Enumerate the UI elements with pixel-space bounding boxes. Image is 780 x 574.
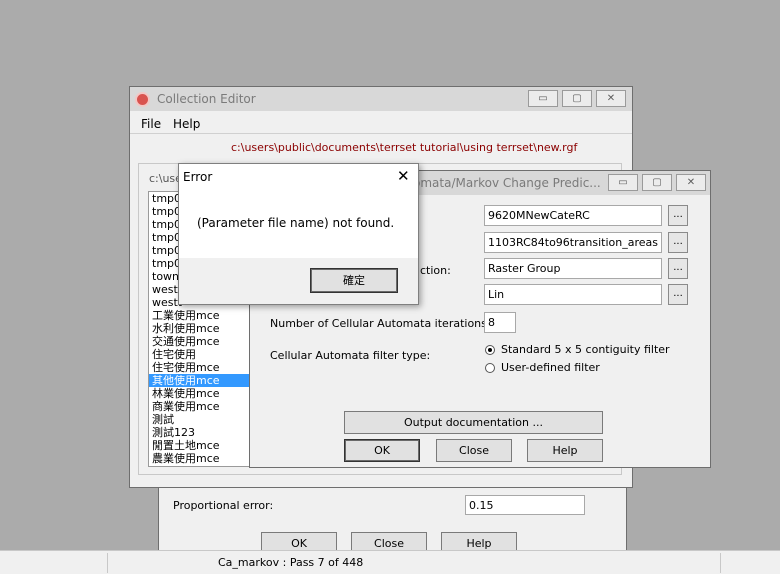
maximize-button[interactable]: ▢ [642, 174, 672, 191]
output-documentation-button[interactable]: Output documentation ... [344, 411, 603, 434]
browse-button[interactable]: ... [668, 284, 688, 305]
iterations-label: Number of Cellular Automata iterations: [270, 317, 491, 330]
collection-editor-title: Collection Editor [157, 92, 256, 106]
suitability-label: ction: [420, 264, 451, 277]
suitability-collection-input[interactable]: Raster Group [484, 258, 662, 279]
transition-areas-input[interactable]: 1103RC84to96transition_areas [484, 232, 662, 253]
file-path: c:\users\public\documents\terrset tutori… [231, 141, 578, 154]
list-item[interactable]: 閒置土地mce [149, 439, 249, 452]
error-dialog: Error ✕ (Parameter file name) not found.… [178, 163, 419, 305]
close-icon[interactable]: ✕ [397, 166, 410, 186]
close-dialog-button[interactable]: Close [436, 439, 512, 462]
error-ok-button[interactable]: 確定 [310, 268, 398, 293]
ca-markov-title: omata/Markov Change Predic... [413, 176, 601, 190]
menu-divider [130, 133, 632, 134]
list-item[interactable]: 商業使用mce [149, 400, 249, 413]
iterations-input[interactable]: 8 [484, 312, 516, 333]
list-item[interactable]: 交通使用mce [149, 335, 249, 348]
collection-editor-titlebar[interactable]: Collection Editor ▭ ▢ ✕ [130, 87, 632, 111]
ok-button[interactable]: OK [344, 439, 420, 462]
status-pane-left [0, 553, 108, 573]
help-button[interactable]: Help [527, 439, 603, 462]
output-name-input[interactable]: Lin [484, 284, 662, 305]
filter-type-label: Cellular Automata filter type: [270, 349, 431, 362]
user-defined-filter-radio[interactable] [485, 363, 495, 373]
proportional-error-input[interactable]: 0.15 [465, 495, 585, 515]
list-item[interactable]: 測試 [149, 413, 249, 426]
list-item[interactable]: 住宅使用 [149, 348, 249, 361]
close-button[interactable]: ✕ [596, 90, 626, 107]
list-item[interactable]: 水利使用mce [149, 322, 249, 335]
standard-filter-radio[interactable] [485, 345, 495, 355]
app-icon [135, 92, 150, 107]
list-item[interactable]: 農業使用mce [149, 452, 249, 465]
maximize-button[interactable]: ▢ [562, 90, 592, 107]
error-title: Error [183, 170, 213, 184]
status-text: Ca_markov : Pass 7 of 448 [218, 556, 364, 569]
menu-file[interactable]: File [141, 117, 161, 131]
basis-land-cover-input[interactable]: 9620MNewCateRC [484, 205, 662, 226]
list-header: c:\use [149, 172, 182, 185]
minimize-button[interactable]: ▭ [528, 90, 558, 107]
minimize-button[interactable]: ▭ [608, 174, 638, 191]
list-item[interactable]: 其他使用mce [149, 374, 249, 387]
error-message: (Parameter file name) not found. [197, 216, 395, 230]
menu-help[interactable]: Help [173, 117, 200, 131]
user-defined-filter-label[interactable]: User-defined filter [501, 361, 600, 374]
status-pane-right [720, 553, 721, 573]
list-item[interactable]: 住宅使用mce [149, 361, 249, 374]
close-button[interactable]: ✕ [676, 174, 706, 191]
proportional-error-label: Proportional error: [173, 499, 274, 512]
standard-filter-label[interactable]: Standard 5 x 5 contiguity filter [501, 343, 670, 356]
list-item[interactable]: 測試123 [149, 426, 249, 439]
status-bar: Ca_markov : Pass 7 of 448 [0, 550, 780, 574]
browse-button[interactable]: ... [668, 205, 688, 226]
list-item[interactable]: 工業使用mce [149, 309, 249, 322]
browse-button[interactable]: ... [668, 258, 688, 279]
browse-button[interactable]: ... [668, 232, 688, 253]
list-item[interactable]: 林業使用mce [149, 387, 249, 400]
